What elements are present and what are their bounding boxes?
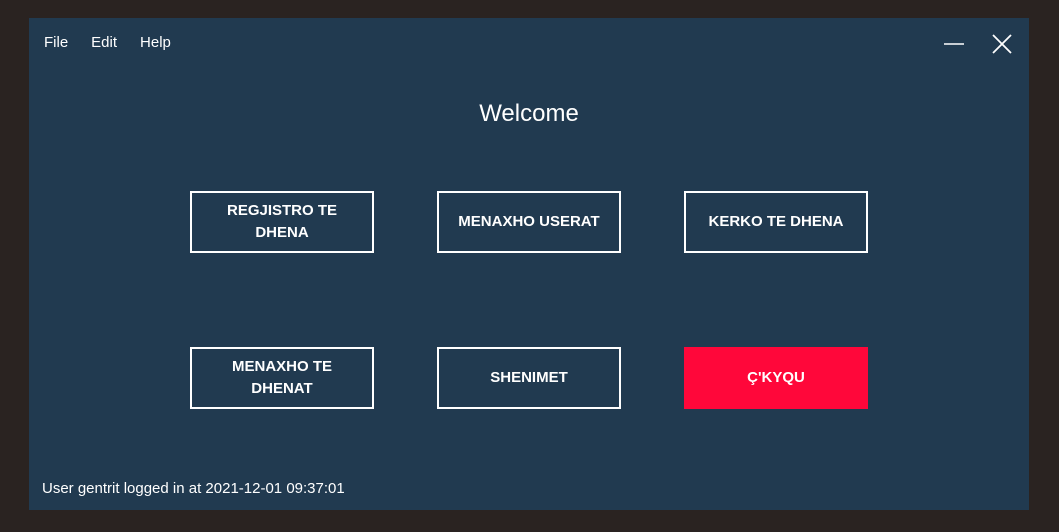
status-text: User gentrit logged in at 2021-12-01 09:… — [42, 480, 345, 497]
menu-file[interactable]: File — [44, 34, 68, 51]
register-data-button[interactable]: REGJISTRO TE DHENA — [190, 191, 374, 253]
menu-bar: File Edit Help — [44, 34, 194, 51]
minimize-button[interactable] — [941, 32, 967, 56]
window-controls — [919, 32, 1015, 56]
minimize-icon — [944, 43, 964, 45]
main-window: File Edit Help Welcome REGJISTRO TE DHEN… — [29, 18, 1029, 510]
search-data-button[interactable]: KERKO TE DHENA — [684, 191, 868, 253]
menu-help[interactable]: Help — [140, 34, 171, 51]
page-title: Welcome — [479, 100, 579, 127]
notes-button[interactable]: SHENIMET — [437, 347, 621, 409]
close-button[interactable] — [989, 32, 1015, 56]
close-icon — [992, 34, 1012, 54]
manage-data-button[interactable]: MENAXHO TE DHENAT — [190, 347, 374, 409]
logout-button[interactable]: Ç'KYQU — [684, 347, 868, 409]
menu-edit[interactable]: Edit — [91, 34, 117, 51]
manage-users-button[interactable]: MENAXHO USERAT — [437, 191, 621, 253]
